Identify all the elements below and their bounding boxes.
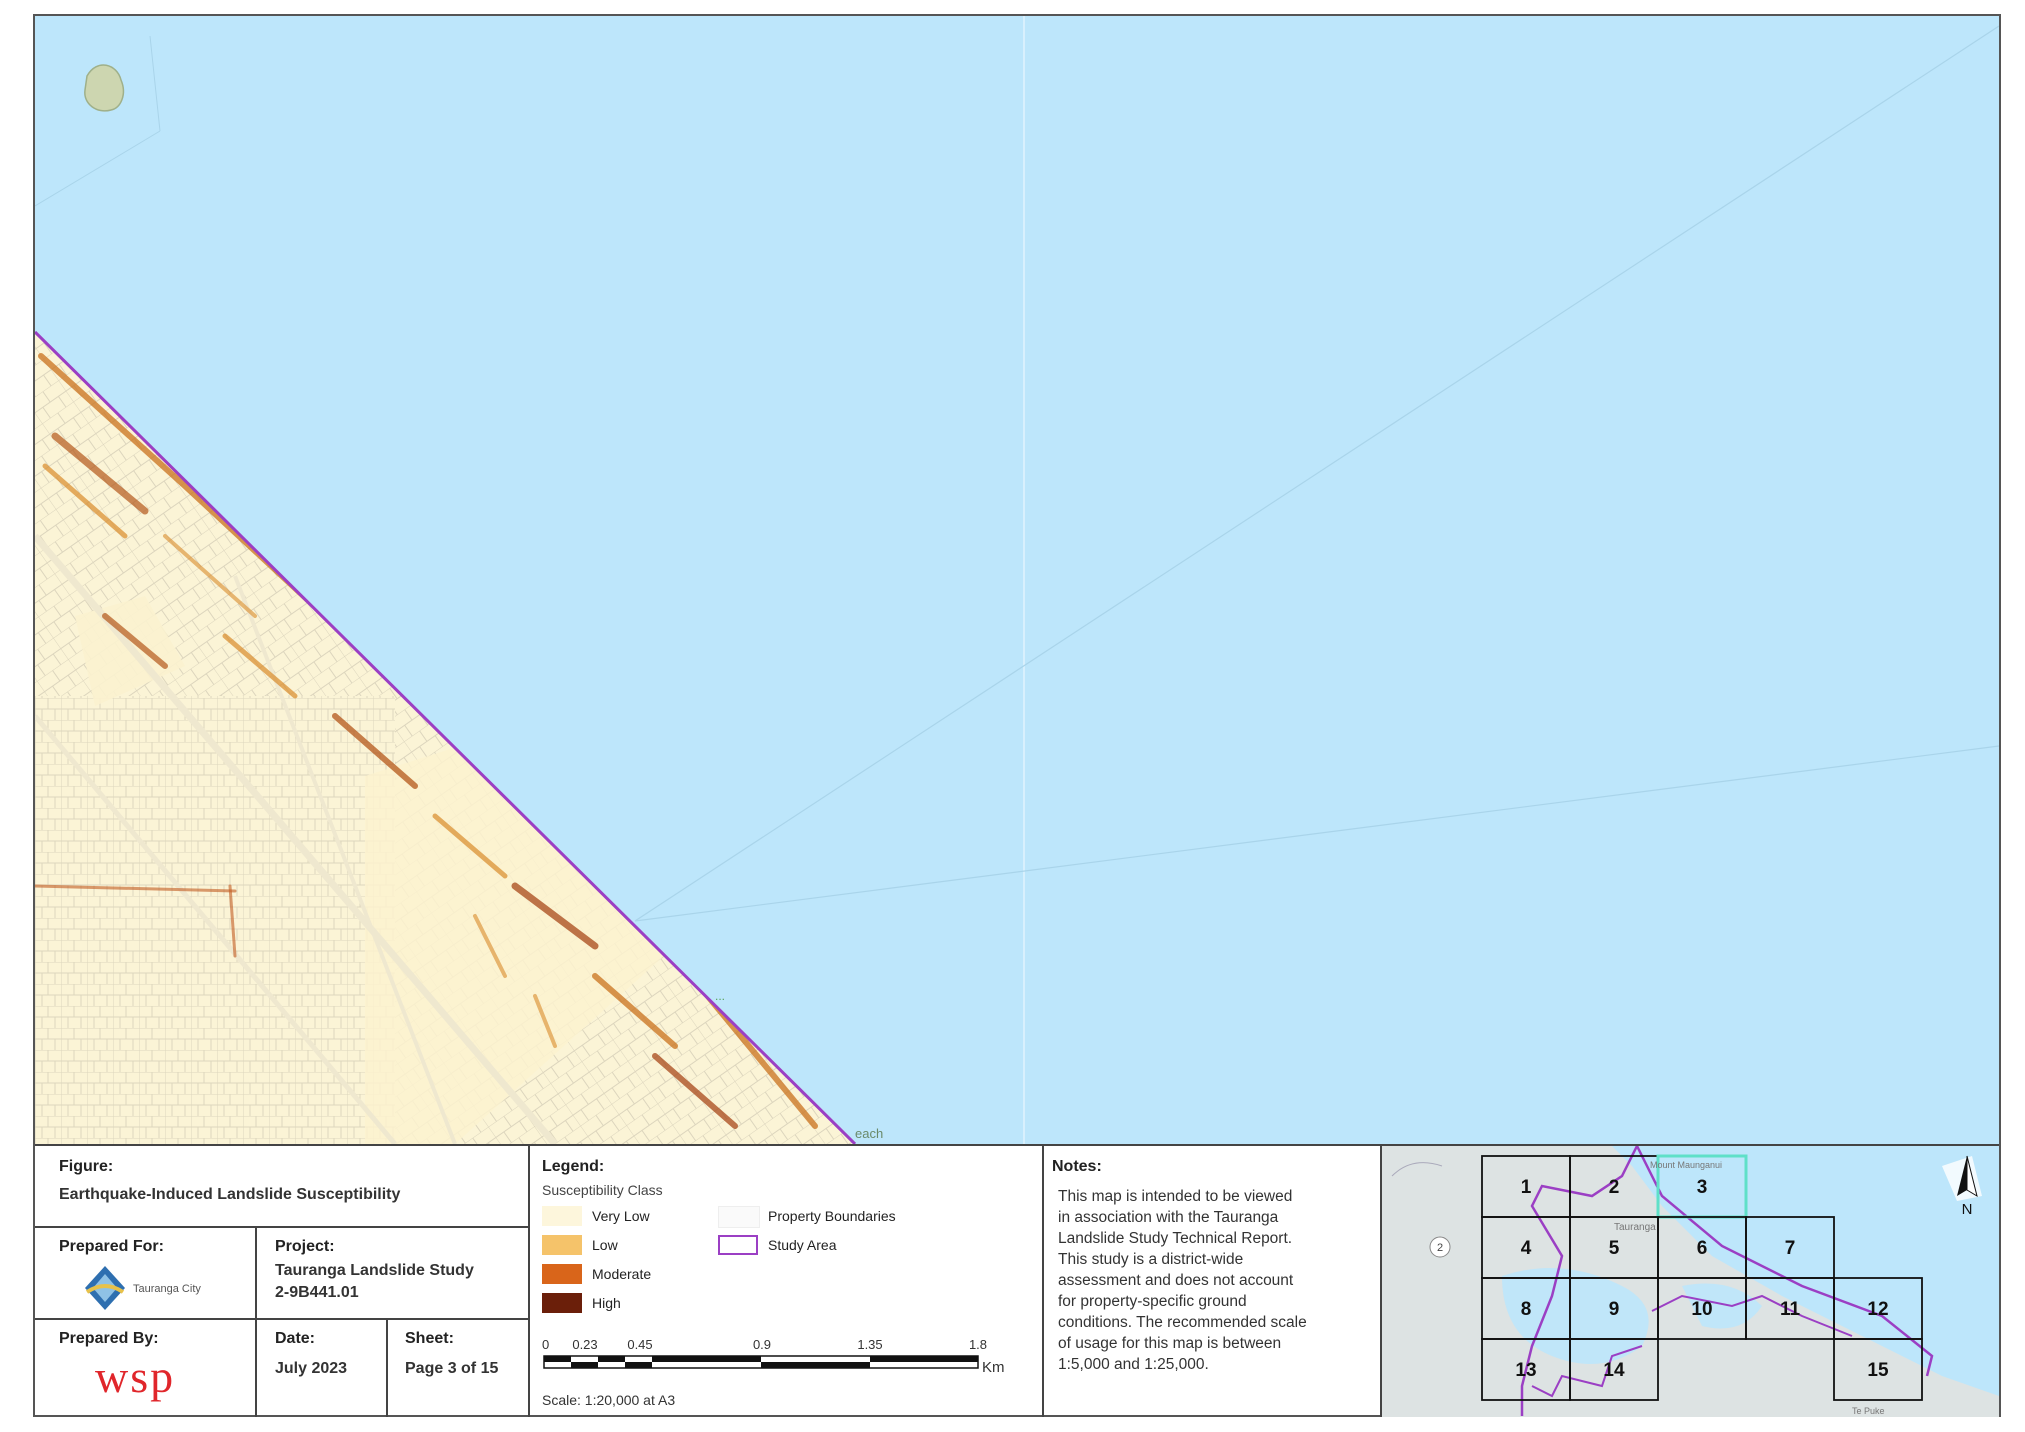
route-label: 2 (1437, 1242, 1443, 1254)
index-cell-8[interactable]: 8 (1521, 1299, 1532, 1320)
notes-line: conditions. The recommended scale (1058, 1314, 1307, 1331)
legend-label-very-low: Very Low (592, 1208, 650, 1224)
index-cell-10[interactable]: 10 (1691, 1299, 1712, 1320)
legend-label-study-area: Study Area (768, 1237, 837, 1253)
main-map[interactable]: ... each (35, 16, 1999, 1144)
notes-heading: Notes: (1052, 1158, 1102, 1175)
legend-label-moderate: Moderate (592, 1266, 652, 1282)
wsp-logo: wsp (91, 1351, 211, 1410)
legend-swatch-property-boundaries (718, 1206, 760, 1228)
legend-heading: Legend: (542, 1158, 605, 1175)
divider (35, 1226, 528, 1228)
index-cell-5[interactable]: 5 (1609, 1238, 1620, 1259)
scale-tick-label: 1.35 (857, 1338, 882, 1352)
index-cell-9[interactable]: 9 (1609, 1299, 1620, 1320)
divider (35, 1318, 528, 1320)
figure-heading: Figure: (59, 1158, 114, 1175)
date-heading: Date: (275, 1330, 316, 1347)
index-cell-15[interactable]: 15 (1867, 1360, 1889, 1381)
notes-line: Landslide Study Technical Report. (1058, 1230, 1293, 1247)
index-cell-6[interactable]: 6 (1697, 1238, 1708, 1259)
scale-tick-label: 0.45 (627, 1338, 652, 1352)
notes-line: assessment and does not account (1058, 1272, 1294, 1289)
notes-line: This study is a district-wide (1058, 1251, 1244, 1268)
sheet-value: Page 3 of 15 (405, 1360, 499, 1377)
index-map[interactable]: 1 2 3 4 5 6 7 8 9 10 11 12 13 14 15 Moun… (1382, 1146, 1999, 1417)
info-panel: Figure: Earthquake-Induced Landslide Sus… (35, 1146, 530, 1417)
notes-line: for property-specific ground (1058, 1293, 1247, 1310)
index-cell-12[interactable]: 12 (1867, 1299, 1888, 1320)
prepared-for-heading: Prepared For: (59, 1238, 164, 1255)
legend-label-low: Low (592, 1237, 618, 1253)
index-cell-2[interactable]: 2 (1609, 1177, 1620, 1198)
index-cell-4[interactable]: 4 (1521, 1238, 1532, 1259)
project-name: Tauranga Landslide Study (275, 1262, 474, 1279)
legend-label-high: High (592, 1295, 621, 1311)
project-number: 2-9B441.01 (275, 1284, 359, 1301)
notes-panel: Notes: This map is intended to be viewed… (1044, 1146, 1382, 1417)
title-block: Figure: Earthquake-Induced Landslide Sus… (35, 1144, 1999, 1417)
notes-body: This map is intended to be viewed in ass… (1058, 1186, 1374, 1375)
scale-unit: Km (982, 1359, 1005, 1376)
index-cell-3[interactable]: 3 (1697, 1177, 1708, 1198)
divider (255, 1226, 257, 1417)
wsp-logo-text: wsp (95, 1352, 175, 1402)
index-place-label: Tauranga (1614, 1222, 1656, 1233)
map-label-coast: ... (715, 989, 725, 1003)
legend-swatch-high (542, 1293, 582, 1313)
scale-tick-label: 0.23 (572, 1338, 597, 1352)
index-place-label: Mount Maunganui (1650, 1160, 1722, 1170)
index-place-label: Te Puke (1852, 1406, 1885, 1416)
scale-tick-label: 1.8 (969, 1338, 987, 1352)
legend-swatch-study-area (718, 1235, 758, 1255)
north-label: N (1962, 1201, 1973, 1218)
legend-swatch-moderate (542, 1264, 582, 1284)
legend-swatch-low (542, 1235, 582, 1255)
notes-line: in association with the Tauranga (1058, 1209, 1279, 1226)
index-cell-7[interactable]: 7 (1785, 1238, 1796, 1259)
scale-text: Scale: 1:20,000 at A3 (542, 1392, 676, 1408)
scale-bar: 0 0.23 0.45 0.9 1.35 1.8 Km (542, 1337, 1032, 1378)
notes-line: of usage for this map is between (1058, 1335, 1282, 1352)
sheet-heading: Sheet: (405, 1330, 454, 1347)
project-heading: Project: (275, 1238, 335, 1255)
tauranga-logo-text: Tauranga City (133, 1283, 201, 1295)
legend-panel: Legend: Susceptibility Class Very Low Lo… (530, 1146, 1044, 1417)
prepared-by-heading: Prepared By: (59, 1330, 159, 1347)
index-cell-11[interactable]: 11 (1780, 1299, 1801, 1320)
legend-swatch-very-low (542, 1206, 582, 1226)
map-label-beach: each (855, 1126, 883, 1141)
index-cell-13[interactable]: 13 (1515, 1360, 1536, 1381)
figure-title: Earthquake-Induced Landslide Susceptibil… (59, 1186, 401, 1203)
scale-tick-label: 0.9 (753, 1338, 771, 1352)
divider (386, 1318, 388, 1417)
date-value: July 2023 (275, 1360, 348, 1377)
index-cell-1[interactable]: 1 (1521, 1177, 1532, 1198)
island (84, 64, 125, 112)
legend-subheading: Susceptibility Class (542, 1182, 663, 1198)
legend-label-property-boundaries: Property Boundaries (768, 1208, 896, 1224)
notes-line: 1:5,000 and 1:25,000. (1058, 1356, 1209, 1373)
scale-tick-label: 0 (542, 1338, 549, 1352)
tauranga-city-logo: Tauranga City (79, 1262, 229, 1312)
notes-line: This map is intended to be viewed (1058, 1188, 1293, 1205)
index-cell-14[interactable]: 14 (1603, 1360, 1625, 1381)
